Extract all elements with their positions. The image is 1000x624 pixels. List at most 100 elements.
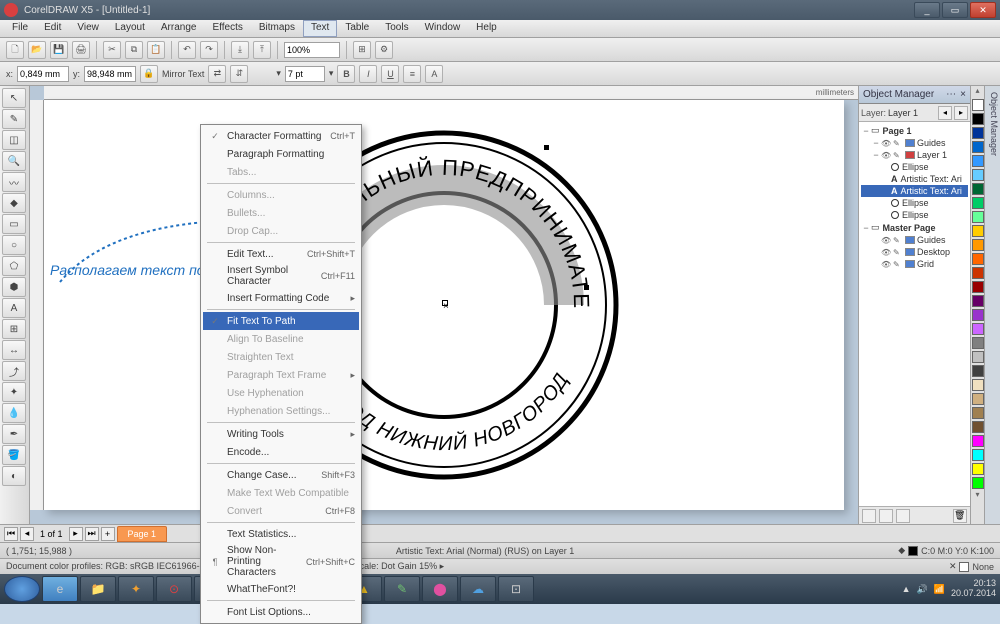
page-last-button[interactable]: ⏭ <box>85 527 99 541</box>
pick-tool[interactable]: ↖ <box>2 88 26 108</box>
tray-icon[interactable]: ▲ <box>902 584 911 594</box>
color-swatch[interactable] <box>972 449 984 461</box>
smart-fill-tool[interactable]: ◆ <box>2 193 26 213</box>
cut-button[interactable]: ✂ <box>103 41 121 59</box>
print-button[interactable]: 🖨 <box>72 41 90 59</box>
undo-button[interactable]: ↶ <box>178 41 196 59</box>
tree-item[interactable]: Ellipse <box>861 161 968 173</box>
menu-item[interactable]: Text Statistics... <box>203 525 359 543</box>
tree-item[interactable]: 👁✎Desktop <box>861 246 968 258</box>
menu-file[interactable]: File <box>4 20 36 37</box>
redo-button[interactable]: ↷ <box>200 41 218 59</box>
copy-button[interactable]: ⧉ <box>125 41 143 59</box>
delete-button[interactable] <box>896 509 910 523</box>
dimension-tool[interactable]: ↔ <box>2 340 26 360</box>
color-swatch[interactable] <box>972 323 984 335</box>
page-first-button[interactable]: ⏮ <box>4 527 18 541</box>
color-swatch[interactable] <box>972 281 984 293</box>
page-prev-button[interactable]: ◂ <box>20 527 34 541</box>
menu-item[interactable]: ✓Character FormattingCtrl+T <box>203 127 359 145</box>
tree-item[interactable]: Ellipse <box>861 209 968 221</box>
fill-tool[interactable]: 🪣 <box>2 445 26 465</box>
snap-button[interactable]: ⊞ <box>353 41 371 59</box>
polygon-tool[interactable]: ⬠ <box>2 256 26 276</box>
x-input[interactable] <box>17 66 69 82</box>
color-swatch[interactable] <box>972 225 984 237</box>
lock-ratio-button[interactable]: 🔒 <box>140 65 158 83</box>
menu-window[interactable]: Window <box>417 20 469 37</box>
selection-center[interactable]: × <box>442 300 448 306</box>
color-swatch[interactable] <box>972 211 984 223</box>
color-swatch[interactable] <box>972 99 984 111</box>
outline-indicator[interactable]: ✕None <box>949 561 994 572</box>
color-swatch[interactable] <box>972 407 984 419</box>
taskbar-app[interactable]: ⊡ <box>498 576 534 602</box>
color-swatch[interactable] <box>972 477 984 489</box>
options-button[interactable]: ⚙ <box>375 41 393 59</box>
menu-text[interactable]: Text <box>303 20 337 37</box>
menu-effects[interactable]: Effects <box>204 20 250 37</box>
menu-arrange[interactable]: Arrange <box>153 20 205 37</box>
menu-item[interactable]: WhatTheFont?! <box>203 580 359 598</box>
docker-tabs[interactable]: Object Manager <box>984 86 1000 524</box>
taskbar-app[interactable]: ✦ <box>118 576 154 602</box>
menu-item[interactable]: Edit Text...Ctrl+Shift+T <box>203 245 359 263</box>
menu-layout[interactable]: Layout <box>107 20 153 37</box>
italic-button[interactable]: I <box>359 65 377 83</box>
connector-tool[interactable]: ⤴ <box>2 361 26 381</box>
taskbar-app[interactable]: ✎ <box>384 576 420 602</box>
color-swatch[interactable] <box>972 267 984 279</box>
freehand-tool[interactable]: 〰 <box>2 172 26 192</box>
maximize-button[interactable]: ▭ <box>942 2 968 18</box>
menu-view[interactable]: View <box>69 20 107 37</box>
menu-bitmaps[interactable]: Bitmaps <box>251 20 303 37</box>
interactive-fill-tool[interactable]: ◐ <box>2 466 26 486</box>
menu-item[interactable]: Writing Tools▸ <box>203 425 359 443</box>
color-swatch[interactable] <box>972 155 984 167</box>
paste-button[interactable]: 📋 <box>147 41 165 59</box>
menu-item[interactable]: ✓Fit Text To Path <box>203 312 359 330</box>
open-button[interactable]: 📂 <box>28 41 46 59</box>
tree-item[interactable]: AArtistic Text: Ari <box>861 173 968 185</box>
new-layer-button[interactable] <box>862 509 876 523</box>
menu-tools[interactable]: Tools <box>377 20 416 37</box>
docker-close-icon[interactable]: × <box>960 89 966 100</box>
minimize-button[interactable]: _ <box>914 2 940 18</box>
tree-item[interactable]: 👁✎Grid <box>861 258 968 270</box>
ellipse-tool[interactable]: ○ <box>2 235 26 255</box>
color-swatch[interactable] <box>972 169 984 181</box>
color-swatch[interactable] <box>972 421 984 433</box>
new-button[interactable]: 🗋 <box>6 41 24 59</box>
start-button[interactable] <box>4 576 40 602</box>
rectangle-tool[interactable]: ▭ <box>2 214 26 234</box>
color-swatch[interactable] <box>972 253 984 265</box>
color-swatch[interactable] <box>972 309 984 321</box>
page-add-button[interactable]: + <box>101 527 115 541</box>
import-button[interactable]: ⤓ <box>231 41 249 59</box>
bold-button[interactable]: B <box>337 65 355 83</box>
tray-clock[interactable]: 20:13 20.07.2014 <box>951 579 996 599</box>
palette-down-icon[interactable]: ▾ <box>971 490 984 502</box>
color-swatch[interactable] <box>972 127 984 139</box>
basic-shapes-tool[interactable]: ⬢ <box>2 277 26 297</box>
tree-item[interactable]: −👁✎Guides <box>861 137 968 149</box>
color-swatch[interactable] <box>972 239 984 251</box>
tree-item[interactable]: 👁✎Guides <box>861 234 968 246</box>
ruler-vertical[interactable] <box>30 100 44 510</box>
close-button[interactable]: ✕ <box>970 2 996 18</box>
palette-up-icon[interactable]: ▴ <box>971 86 984 98</box>
underline-button[interactable]: U <box>381 65 399 83</box>
zoom-input[interactable] <box>284 42 340 58</box>
tray-icon[interactable]: 📶 <box>934 584 945 595</box>
taskbar-app[interactable]: ⬤ <box>422 576 458 602</box>
mirror-h-button[interactable]: ⇄ <box>208 65 226 83</box>
outline-tool[interactable]: ✒ <box>2 424 26 444</box>
font-size-input[interactable] <box>285 66 325 82</box>
color-swatch[interactable] <box>972 351 984 363</box>
color-swatch[interactable] <box>972 337 984 349</box>
canvas-area[interactable]: ИНДИВИДУАЛЬНЫЙ ПРЕДПРИНИМАТЕЛЬ ГОРОД НИЖ… <box>30 86 858 524</box>
object-tree[interactable]: −▭Page 1−👁✎Guides−👁✎Layer 1EllipseAArtis… <box>859 122 970 506</box>
color-swatch[interactable] <box>972 393 984 405</box>
taskbar-app[interactable]: e <box>42 576 78 602</box>
selection-handle[interactable] <box>544 145 549 150</box>
